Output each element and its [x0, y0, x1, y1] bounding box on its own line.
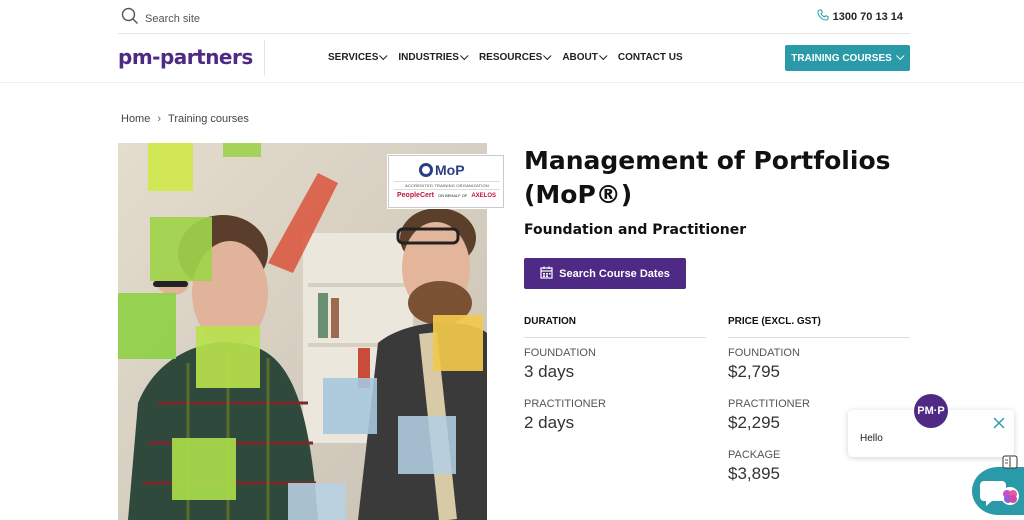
nav-about[interactable]: ABOUT	[562, 51, 608, 63]
calendar-icon	[540, 266, 559, 282]
training-courses-button[interactable]: TRAINING COURSES	[785, 45, 910, 71]
row-label: PRACTITIONER	[728, 398, 810, 410]
divider	[264, 40, 265, 76]
row-value: $2,795	[728, 362, 780, 381]
chevron-right-icon: ›	[157, 113, 162, 125]
nav-label: RESOURCES	[478, 52, 543, 63]
phone-link[interactable]: 1300 70 13 14	[817, 9, 903, 24]
mop-logo: MoP	[419, 162, 465, 178]
nav-industries[interactable]: INDUSTRIES	[398, 51, 469, 63]
search-course-dates-button[interactable]: Search Course Dates	[524, 258, 686, 289]
breadcrumb: Home › Training courses	[121, 113, 249, 125]
chevron-down-icon	[543, 51, 552, 60]
nav-contact-us[interactable]: CONTACT US	[618, 52, 683, 63]
close-icon[interactable]	[992, 416, 1006, 430]
page-subtitle: Foundation and Practitioner	[524, 222, 747, 238]
row-value: 2 days	[524, 413, 575, 432]
logo[interactable]: pm-partners	[118, 45, 253, 69]
badge-footer: PeopleCert ON BEHALF OF AXELOS	[397, 192, 496, 199]
nav-resources[interactable]: RESOURCES	[478, 51, 552, 63]
phone-icon	[817, 9, 833, 24]
button-label: Search Course Dates	[559, 267, 670, 280]
search-icon[interactable]	[121, 7, 139, 30]
duration-row: FOUNDATION 3 days	[524, 347, 706, 382]
badge-brand: MoP	[435, 162, 465, 178]
chevron-down-icon	[379, 51, 388, 60]
nav-label: ABOUT	[562, 52, 598, 63]
badge-behalf: ON BEHALF OF	[437, 193, 468, 198]
breadcrumb-current[interactable]: Training courses	[168, 113, 249, 125]
price-row: FOUNDATION $2,795	[728, 347, 910, 382]
main-nav: SERVICES INDUSTRIES RESOURCES ABOUT CONT…	[328, 51, 694, 63]
reader-mode-icon[interactable]	[1002, 455, 1018, 469]
price-column: PRICE (EXCL. GST) FOUNDATION $2,795 PRAC…	[728, 316, 910, 484]
cta-label: TRAINING COURSES	[791, 52, 892, 64]
nav-label: CONTACT US	[617, 52, 683, 63]
phone-number[interactable]: 1300 70 13 14	[833, 11, 903, 23]
nav-label: SERVICES	[328, 52, 379, 63]
top-bar: 1300 70 13 14	[0, 0, 1024, 33]
row-value: $3,895	[728, 464, 780, 483]
row-value: 3 days	[524, 362, 575, 381]
chevron-down-icon	[598, 51, 608, 60]
site-search[interactable]	[121, 7, 305, 30]
row-label: PRACTITIONER	[524, 398, 606, 410]
breadcrumb-home[interactable]: Home	[121, 113, 150, 125]
nav-services[interactable]: SERVICES	[328, 51, 388, 63]
search-input[interactable]	[145, 12, 305, 25]
main-navbar: pm-partners SERVICES INDUSTRIES RESOURCE…	[0, 34, 1024, 82]
chevron-down-icon	[895, 51, 905, 61]
price-heading: PRICE (EXCL. GST)	[728, 316, 910, 338]
nav-label: INDUSTRIES	[398, 52, 459, 63]
divider	[0, 82, 1024, 83]
duration-column: DURATION FOUNDATION 3 days PRACTITIONER …	[524, 316, 706, 433]
badge-partner: PeopleCert	[397, 192, 434, 199]
badge-subtitle: ACCREDITED TRAINING ORGANIZATION	[394, 181, 500, 190]
chat-message: Hello	[860, 433, 883, 444]
chevron-down-icon	[460, 51, 469, 60]
row-label: FOUNDATION	[728, 347, 800, 359]
accreditation-badge: MoP ACCREDITED TRAINING ORGANIZATION Peo…	[388, 155, 504, 208]
mop-ring-icon	[419, 163, 433, 177]
row-label: FOUNDATION	[524, 347, 596, 359]
badge-axelos: AXELOS	[471, 192, 496, 199]
duration-row: PRACTITIONER 2 days	[524, 398, 706, 433]
duration-heading: DURATION	[524, 316, 706, 338]
chat-avatar[interactable]: PM·P	[914, 394, 948, 428]
brain-icon[interactable]	[1000, 486, 1020, 506]
page-title: Management of Portfolios (MoP®)	[524, 146, 891, 209]
